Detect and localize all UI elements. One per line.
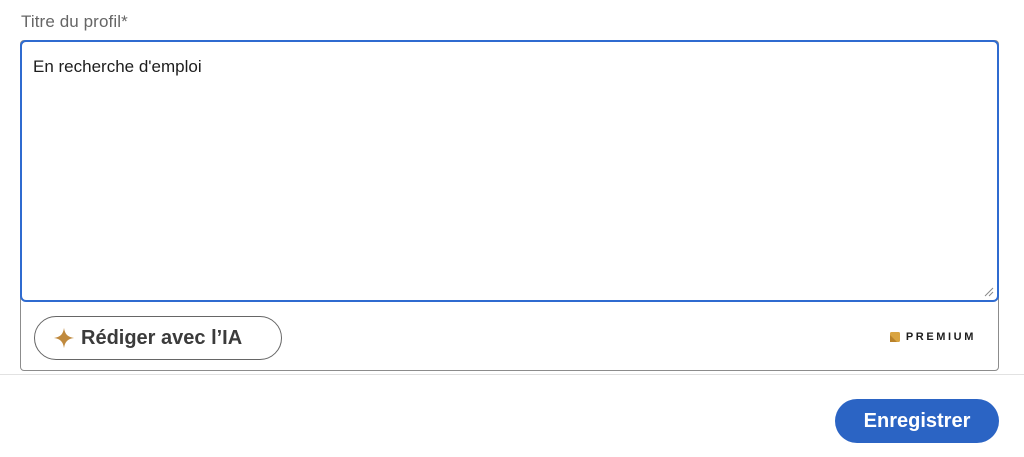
save-button[interactable]: Enregistrer — [835, 399, 999, 443]
headline-textarea[interactable]: En recherche d'emploi — [20, 40, 999, 302]
sparkle-icon — [53, 327, 75, 349]
headline-editor: En recherche d'emploi Rédiger avec l’IA … — [20, 40, 999, 371]
headline-label: Titre du profil* — [21, 12, 128, 31]
footer-divider — [0, 374, 1024, 375]
headline-text: En recherche d'emploi — [33, 57, 202, 76]
write-with-ai-button[interactable]: Rédiger avec l’IA — [34, 316, 282, 360]
premium-label: PREMIUM — [905, 331, 976, 343]
premium-badge: PREMIUM — [889, 331, 976, 343]
write-with-ai-label: Rédiger avec l’IA — [81, 326, 243, 349]
resize-grip-icon[interactable] — [984, 287, 994, 297]
premium-icon — [889, 332, 900, 342]
